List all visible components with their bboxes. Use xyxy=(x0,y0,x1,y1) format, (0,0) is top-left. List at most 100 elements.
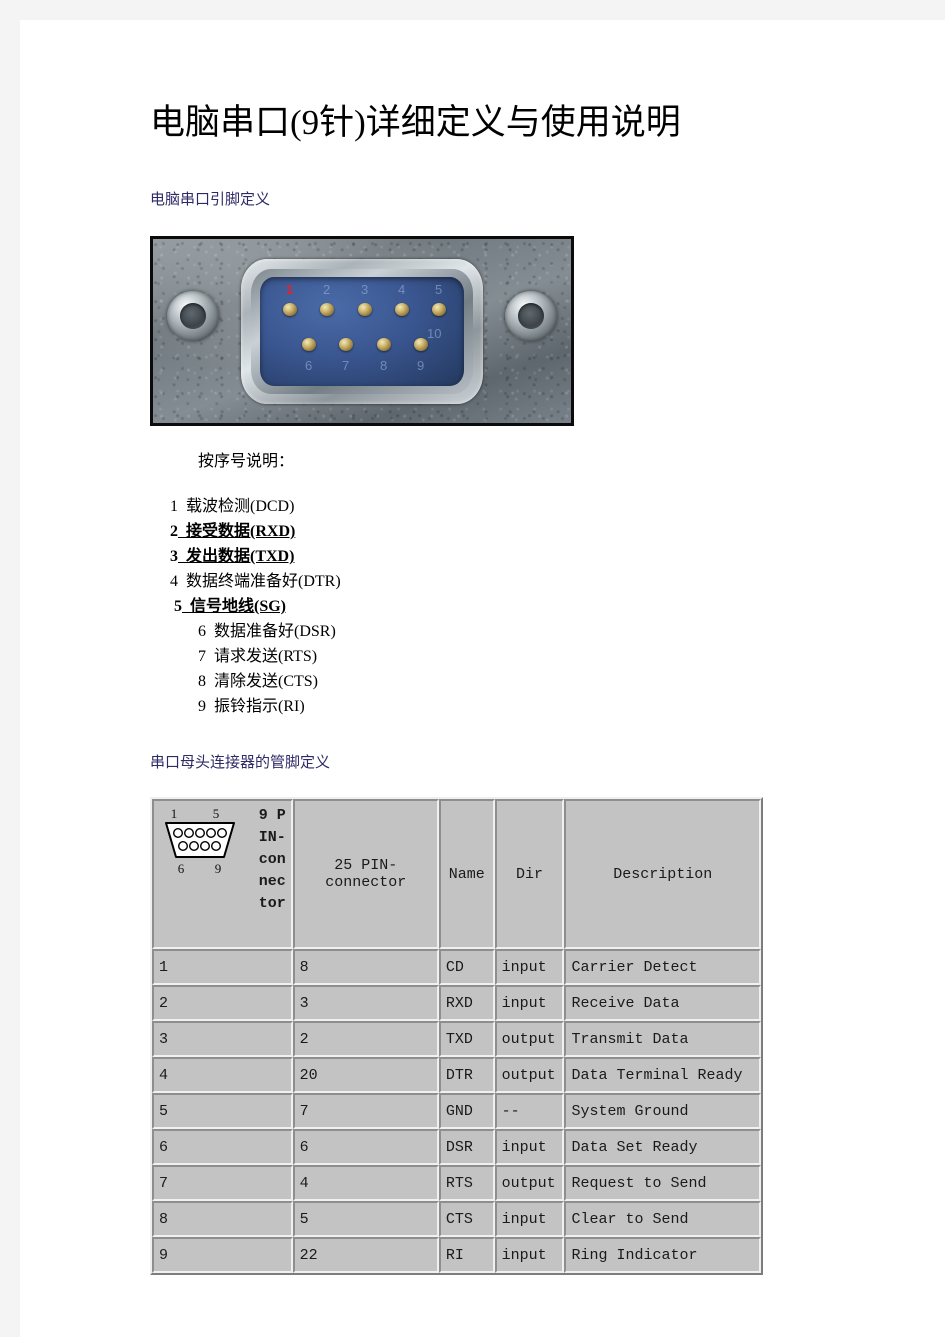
pin-description-list: 按序号说明： 1 载波检测(DCD) 2 接受数据(RXD) 3 发出数据(TX… xyxy=(150,448,850,719)
cell-description: System Ground xyxy=(564,1093,761,1129)
cell-name: TXD xyxy=(438,1021,495,1057)
pin-list-intro: 按序号说明： xyxy=(198,453,295,470)
cell-pin25: 2 xyxy=(292,1021,439,1057)
table-row: 5 7 GND -- System Ground xyxy=(152,1093,761,1129)
table-header-row: 1 5 6 9 9 PIN-connector 25 PIN-connector… xyxy=(152,799,761,949)
pin-list-item: 1 载波检测(DCD) xyxy=(170,494,294,519)
dsub9-diagram: 1 5 6 9 xyxy=(154,801,254,879)
section-heading-connector-pinout: 串口母头连接器的管脚定义 xyxy=(150,755,331,771)
cell-pin9: 1 xyxy=(152,949,293,985)
cell-dir: output xyxy=(494,1165,565,1201)
page-title: 电脑串口(9针)详细定义与使用说明 xyxy=(150,103,681,142)
photo-pin-7 xyxy=(339,338,353,351)
pin-list-item-number: 7 xyxy=(198,648,206,665)
photo-pin-number-4: 4 xyxy=(398,282,406,297)
cell-pin9: 4 xyxy=(152,1057,293,1093)
cell-pin9: 3 xyxy=(152,1021,293,1057)
cell-pin25: 22 xyxy=(292,1237,439,1273)
cell-description: Data Set Ready xyxy=(564,1129,761,1165)
cell-pin25: 4 xyxy=(292,1165,439,1201)
photo-pin-1 xyxy=(283,303,297,316)
table-row: 9 22 RI input Ring Indicator xyxy=(152,1237,761,1273)
cell-dir: input xyxy=(494,1237,565,1273)
table-row: 3 2 TXD output Transmit Data xyxy=(152,1021,761,1057)
cell-description: Carrier Detect xyxy=(564,949,761,985)
dsub-label-bottom-left: 6 xyxy=(178,861,185,876)
photo-pin-number-7: 7 xyxy=(342,358,350,373)
connector-blue-insert: 1 2 3 4 5 10 6 7 8 9 xyxy=(260,277,464,386)
column-header-description: Description xyxy=(564,799,761,949)
pin-list-item-number: 2 xyxy=(170,523,178,540)
cell-description: Request to Send xyxy=(564,1165,761,1201)
section-heading-pin-definition: 电脑串口引脚定义 xyxy=(150,192,271,208)
column-header-name: Name xyxy=(438,799,495,949)
cell-pin9: 9 xyxy=(152,1237,293,1273)
cell-name: CD xyxy=(438,949,495,985)
table-row: 8 5 CTS input Clear to Send xyxy=(152,1201,761,1237)
screwlock-left-icon xyxy=(167,291,219,341)
cell-pin25: 8 xyxy=(292,949,439,985)
column-header-25pin-connector: 25 PIN-connector xyxy=(292,799,439,949)
cell-description: Ring Indicator xyxy=(564,1237,761,1273)
photo-pin-5 xyxy=(432,303,446,316)
pin-list-item-label: 清除发送(CTS) xyxy=(214,673,319,690)
document-content: 电脑串口(9针)详细定义与使用说明 电脑串口引脚定义 1 2 3 4 5 10 … xyxy=(150,100,850,1275)
cell-description: Data Terminal Ready xyxy=(564,1057,761,1093)
photo-pin-number-3: 3 xyxy=(361,282,369,297)
cell-pin25: 6 xyxy=(292,1129,439,1165)
photo-pin-3 xyxy=(358,303,372,316)
pin-list-item-label: 载波检测(DCD) xyxy=(186,498,295,515)
cell-dir: output xyxy=(494,1057,565,1093)
dsub-label-top-left: 1 xyxy=(171,806,178,821)
pin-list-item-label: 信号地线(SG) xyxy=(190,598,287,615)
photo-pin-4 xyxy=(395,303,409,316)
cell-name: DTR xyxy=(438,1057,495,1093)
cell-description: Transmit Data xyxy=(564,1021,761,1057)
table-row: 1 8 CD input Carrier Detect xyxy=(152,949,761,985)
pin-list-item: 7 请求发送(RTS) xyxy=(198,644,317,669)
pin-list-item-number: 5 xyxy=(174,598,182,615)
photo-pin-6 xyxy=(302,338,316,351)
cell-dir: -- xyxy=(494,1093,565,1129)
photo-pin-number-2: 2 xyxy=(323,282,331,297)
photo-pin-number-6: 6 xyxy=(305,358,313,373)
column-header-description-label: Description xyxy=(613,865,713,883)
pin-list-item: 6 数据准备好(DSR) xyxy=(198,619,336,644)
column-header-25pin-label: 25 PIN-connector xyxy=(325,857,407,891)
pin-list-item-number: 9 xyxy=(198,698,206,715)
pin-list-item: 2 接受数据(RXD) xyxy=(170,519,295,544)
cell-dir: input xyxy=(494,985,565,1021)
serial-port-photo-image: 1 2 3 4 5 10 6 7 8 9 xyxy=(153,239,571,423)
pin-list-item-label: 请求发送(RTS) xyxy=(214,648,318,665)
photo-extra-label: 10 xyxy=(427,326,442,341)
cell-dir: input xyxy=(494,949,565,985)
pin-list-item-number: 6 xyxy=(198,623,206,640)
cell-name: GND xyxy=(438,1093,495,1129)
pin-list-item-number: 3 xyxy=(170,548,178,565)
pinout-table-head: 1 5 6 9 9 PIN-connector 25 PIN-connector… xyxy=(152,799,761,949)
screwlock-right-icon xyxy=(505,291,557,341)
connector-shell: 1 2 3 4 5 10 6 7 8 9 xyxy=(241,259,483,404)
cell-description: Clear to Send xyxy=(564,1201,761,1237)
cell-pin9: 2 xyxy=(152,985,293,1021)
photo-pin-number-1: 1 xyxy=(286,282,294,297)
pin-list-item-label: 振铃指示(RI) xyxy=(214,698,305,715)
column-header-name-label: Name xyxy=(448,865,485,883)
cell-name: RXD xyxy=(438,985,495,1021)
cell-dir: output xyxy=(494,1021,565,1057)
column-header-dir-label: Dir xyxy=(516,865,544,883)
cell-pin25: 3 xyxy=(292,985,439,1021)
dsub-label-bottom-right: 9 xyxy=(215,861,222,876)
photo-pin-number-8: 8 xyxy=(380,358,388,373)
pin-list-item-number: 1 xyxy=(170,498,178,515)
table-row: 4 20 DTR output Data Terminal Ready xyxy=(152,1057,761,1093)
cell-name: RTS xyxy=(438,1165,495,1201)
cell-dir: input xyxy=(494,1201,565,1237)
photo-pin-2 xyxy=(320,303,334,316)
cell-pin9: 6 xyxy=(152,1129,293,1165)
photo-pin-8 xyxy=(377,338,391,351)
photo-pin-number-5: 5 xyxy=(435,282,443,297)
cell-pin25: 7 xyxy=(292,1093,439,1129)
table-row: 7 4 RTS output Request to Send xyxy=(152,1165,761,1201)
cell-name: DSR xyxy=(438,1129,495,1165)
